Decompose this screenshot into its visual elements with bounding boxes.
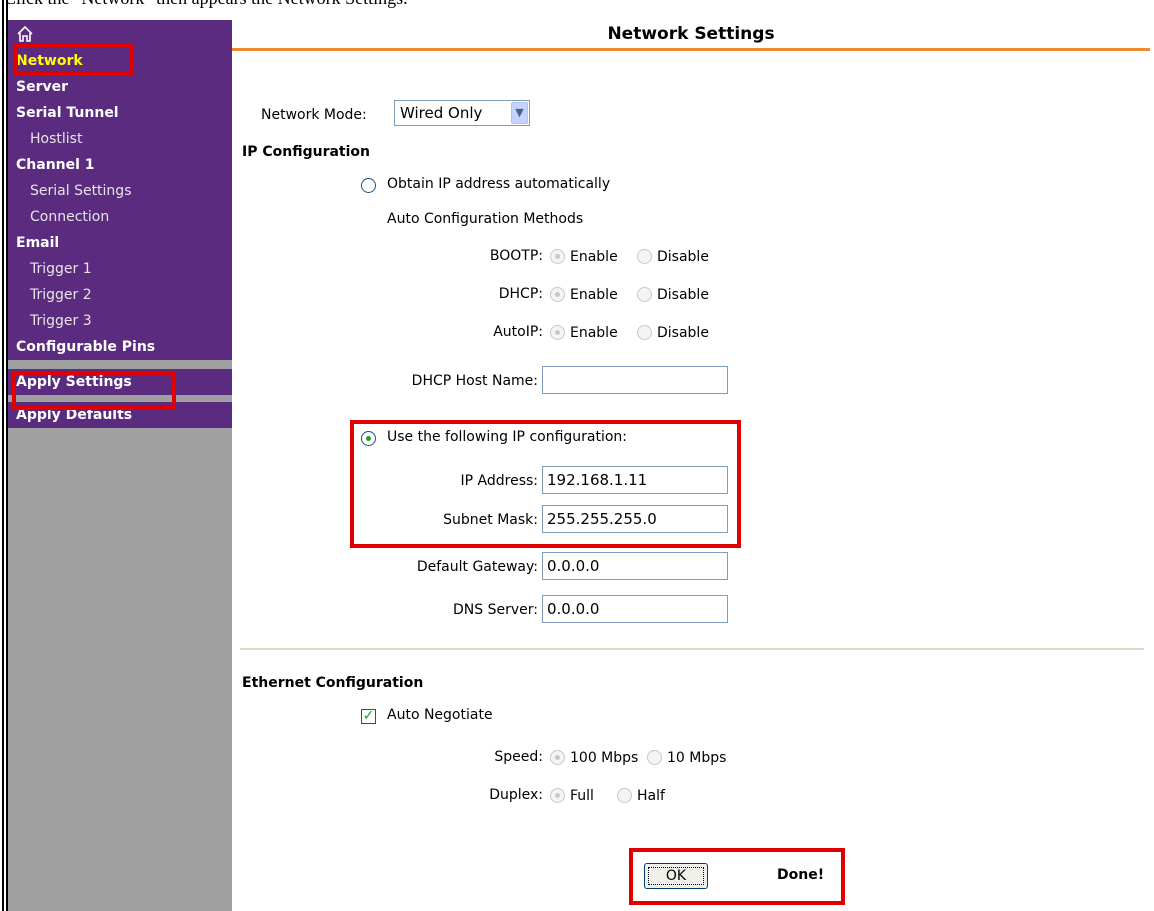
autoip-disable-label: Disable xyxy=(657,325,709,341)
speed-100-label: 100 Mbps xyxy=(570,750,639,766)
obtain-ip-auto-label: Obtain IP address automatically xyxy=(387,176,611,192)
sidebar-menu: Network Server Serial Tunnel Hostlist Ch… xyxy=(8,20,232,360)
dhcp-label: DHCP: xyxy=(498,286,543,302)
duplex-full-radio[interactable] xyxy=(550,788,565,803)
done-status: Done! xyxy=(777,867,825,883)
dhcp-disable-radio[interactable] xyxy=(637,287,652,302)
sidebar-item-trigger-2[interactable]: Trigger 2 xyxy=(8,282,232,308)
title-underline xyxy=(232,48,1150,51)
ip-configuration-heading: IP Configuration xyxy=(242,144,370,160)
caption-text: Click the "Network" then appears the Net… xyxy=(4,0,1154,8)
sidebar-item-server[interactable]: Server xyxy=(8,74,232,100)
sidebar-item-channel-1[interactable]: Channel 1 xyxy=(8,152,232,178)
sidebar-item-email[interactable]: Email xyxy=(8,230,232,256)
sidebar-item-hostlist[interactable]: Hostlist xyxy=(8,126,232,152)
speed-label: Speed: xyxy=(494,749,543,765)
sidebar-item-serial-settings[interactable]: Serial Settings xyxy=(8,178,232,204)
window-left-border xyxy=(0,0,8,911)
default-gateway-value: 0.0.0.0 xyxy=(547,557,600,575)
subnet-mask-value: 255.255.255.0 xyxy=(547,510,657,528)
sidebar-item-trigger-1[interactable]: Trigger 1 xyxy=(8,256,232,282)
ok-button[interactable]: OK xyxy=(644,863,708,889)
chevron-down-icon[interactable]: ▼ xyxy=(511,102,528,124)
section-divider xyxy=(240,648,1144,650)
obtain-ip-auto-radio[interactable] xyxy=(361,178,376,193)
ethernet-configuration-heading: Ethernet Configuration xyxy=(242,675,424,691)
dhcp-disable-label: Disable xyxy=(657,287,709,303)
network-mode-label: Network Mode: xyxy=(261,107,367,123)
dns-server-label: DNS Server: xyxy=(453,602,538,618)
autoip-enable-label: Enable xyxy=(570,325,618,341)
duplex-half-label: Half xyxy=(637,788,665,804)
speed-100-radio[interactable] xyxy=(550,750,565,765)
speed-10-radio[interactable] xyxy=(647,750,662,765)
sidebar-item-apply-defaults[interactable]: Apply Defaults xyxy=(8,402,232,428)
sidebar-divider xyxy=(8,360,232,369)
use-following-ip-label: Use the following IP configuration: xyxy=(387,429,628,445)
sidebar: Network Server Serial Tunnel Hostlist Ch… xyxy=(8,20,232,911)
sidebar-item-serial-tunnel[interactable]: Serial Tunnel xyxy=(8,100,232,126)
subnet-mask-label: Subnet Mask: xyxy=(443,512,538,528)
autoip-enable-radio[interactable] xyxy=(550,325,565,340)
bootp-disable-radio[interactable] xyxy=(637,249,652,264)
speed-10-label: 10 Mbps xyxy=(667,750,727,766)
default-gateway-input[interactable]: 0.0.0.0 xyxy=(542,552,728,580)
network-mode-value: Wired Only xyxy=(400,104,483,122)
duplex-label: Duplex: xyxy=(489,787,543,803)
auto-negotiate-checkbox[interactable]: ✓ xyxy=(361,709,376,724)
bootp-disable-label: Disable xyxy=(657,249,709,265)
sidebar-item-apply-settings[interactable]: Apply Settings xyxy=(8,369,232,395)
dns-server-input[interactable]: 0.0.0.0 xyxy=(542,595,728,623)
auto-negotiate-label: Auto Negotiate xyxy=(387,707,493,723)
page-title: Network Settings xyxy=(607,24,775,44)
autoip-label: AutoIP: xyxy=(493,324,543,340)
bootp-enable-label: Enable xyxy=(570,249,618,265)
network-mode-select[interactable]: Wired Only ▼ xyxy=(394,100,530,126)
bootp-label: BOOTP: xyxy=(489,248,543,264)
ip-address-label: IP Address: xyxy=(460,473,539,489)
dhcp-enable-radio[interactable] xyxy=(550,287,565,302)
ip-address-value: 192.168.1.11 xyxy=(547,471,648,489)
subnet-mask-input[interactable]: 255.255.255.0 xyxy=(542,505,728,533)
duplex-half-radio[interactable] xyxy=(617,788,632,803)
default-gateway-label: Default Gateway: xyxy=(416,559,538,575)
sidebar-item-connection[interactable]: Connection xyxy=(8,204,232,230)
sidebar-item-configurable-pins[interactable]: Configurable Pins xyxy=(8,334,232,360)
bootp-enable-radio[interactable] xyxy=(550,249,565,264)
main-panel: Network Settings Network Mode: Wired Onl… xyxy=(232,20,1154,911)
dns-server-value: 0.0.0.0 xyxy=(547,600,600,618)
sidebar-divider xyxy=(8,395,232,402)
dhcp-host-name-input[interactable] xyxy=(542,366,728,394)
sidebar-item-network[interactable]: Network xyxy=(8,48,232,74)
use-following-ip-radio[interactable] xyxy=(361,431,376,446)
home-icon[interactable] xyxy=(8,20,232,48)
dhcp-host-name-label: DHCP Host Name: xyxy=(411,373,538,389)
sidebar-item-trigger-3[interactable]: Trigger 3 xyxy=(8,308,232,334)
dhcp-enable-label: Enable xyxy=(570,287,618,303)
auto-config-methods-label: Auto Configuration Methods xyxy=(387,211,584,227)
duplex-full-label: Full xyxy=(570,788,594,804)
ip-address-input[interactable]: 192.168.1.11 xyxy=(542,466,728,494)
autoip-disable-radio[interactable] xyxy=(637,325,652,340)
